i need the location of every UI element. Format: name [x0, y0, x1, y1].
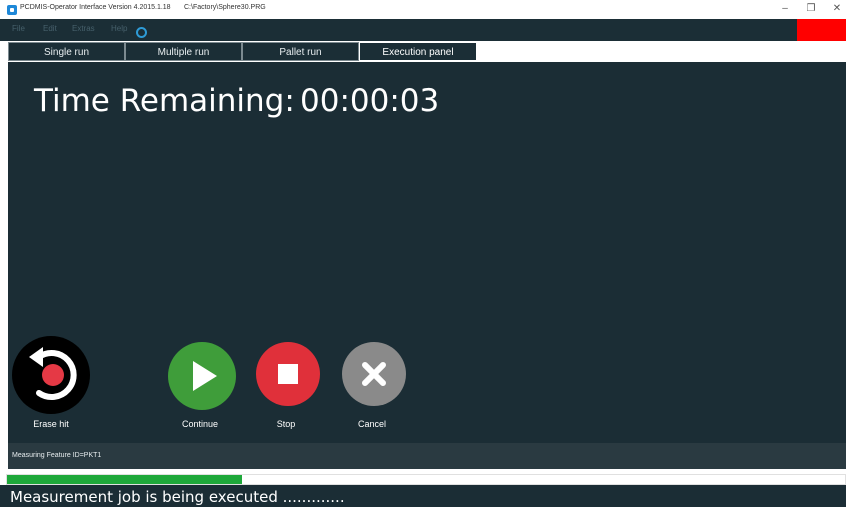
tab-multiple-run[interactable]: Multiple run	[125, 42, 242, 61]
menu-bar: File Edit Extras Help	[0, 19, 846, 41]
execution-panel: Time Remaining: 00:00:03 Erase hit Conti…	[8, 62, 846, 443]
stop-label: Stop	[276, 419, 296, 429]
minimize-button[interactable]: –	[774, 1, 796, 17]
progress-fill	[7, 475, 242, 484]
menu-help[interactable]: Help	[111, 24, 127, 33]
menu-extras[interactable]: Extras	[72, 24, 95, 33]
app-icon	[7, 5, 17, 15]
bottom-status-bar: Measurement job is being executed ......…	[0, 485, 846, 507]
progress-bar	[6, 474, 846, 485]
window-titlebar: PCDMIS-Operator Interface Version 4.2015…	[0, 0, 846, 19]
tab-pallet-run[interactable]: Pallet run	[242, 42, 359, 61]
erase-hit-label: Erase hit	[33, 419, 69, 429]
cancel-button[interactable]	[342, 342, 406, 406]
continue-button[interactable]	[168, 342, 236, 410]
continue-label: Continue	[181, 419, 219, 429]
stop-icon	[278, 364, 298, 384]
close-icon	[362, 362, 386, 386]
status-strip: Measuring Feature ID=PKT1	[8, 443, 846, 469]
tab-execution-panel[interactable]: Execution panel	[359, 42, 477, 61]
menu-edit[interactable]: Edit	[43, 24, 57, 33]
alarm-indicator	[797, 19, 846, 41]
tab-bar: Single run Multiple run Pallet run Execu…	[8, 41, 846, 62]
erase-hit-icon	[29, 347, 77, 400]
restore-button[interactable]: ❐	[800, 1, 822, 17]
erase-hit-button[interactable]	[12, 336, 90, 414]
loading-spinner-icon	[136, 27, 147, 38]
time-remaining-value: 00:00:03	[300, 83, 440, 119]
close-window-button[interactable]: ✕	[826, 1, 846, 17]
job-status-message: Measurement job is being executed ......…	[10, 488, 345, 506]
play-icon	[193, 361, 217, 391]
menu-file[interactable]: File	[12, 24, 25, 33]
window-file-path: C:\Factory\Sphere30.PRG	[184, 4, 266, 11]
measuring-feature-text: Measuring Feature ID=PKT1	[12, 452, 102, 459]
time-remaining-label: Time Remaining:	[34, 83, 295, 119]
tab-single-run[interactable]: Single run	[8, 42, 125, 61]
cancel-label: Cancel	[357, 419, 386, 429]
window-title: PCDMIS-Operator Interface Version 4.2015…	[20, 4, 171, 11]
stop-button[interactable]	[256, 342, 320, 406]
